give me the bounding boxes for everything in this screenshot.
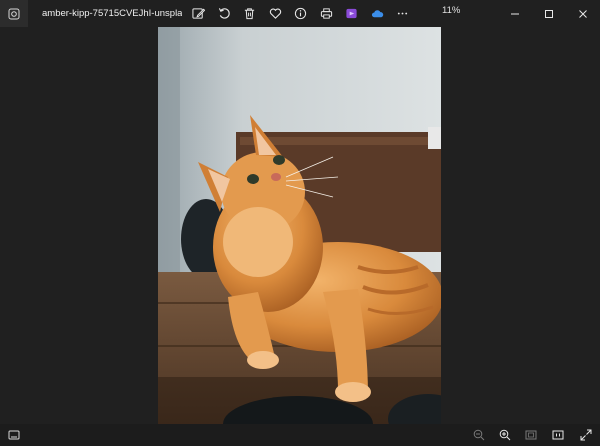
onedrive-button[interactable] <box>365 0 391 27</box>
rotate-icon <box>218 8 230 19</box>
window-controls <box>498 0 600 27</box>
cat-photo[interactable] <box>158 27 441 424</box>
info-icon <box>295 7 307 20</box>
more-options-button[interactable] <box>390 0 416 27</box>
image-viewer[interactable] <box>0 27 600 424</box>
actual-size-icon <box>552 430 564 440</box>
fit-to-window-icon <box>525 430 537 440</box>
clipchamp-button[interactable] <box>339 0 365 27</box>
maximize-button[interactable] <box>532 0 566 27</box>
print-icon <box>320 8 332 19</box>
minimize-icon <box>511 13 519 14</box>
toolbar <box>186 0 416 27</box>
fullscreen-button[interactable] <box>579 428 593 442</box>
delete-button[interactable] <box>237 0 263 27</box>
favorite-heart-icon <box>269 8 281 19</box>
rotate-button[interactable] <box>212 0 238 27</box>
zoom-out-icon <box>473 429 485 441</box>
zoom-in-button[interactable] <box>498 428 512 442</box>
delete-icon <box>245 8 255 20</box>
fullscreen-icon <box>580 429 592 441</box>
file-name: amber-kipp-75715CVEJhI-unsplash... <box>42 8 182 19</box>
clipchamp-icon <box>346 8 357 19</box>
close-icon <box>579 9 587 18</box>
print-button[interactable] <box>314 0 340 27</box>
edit-image-icon <box>192 8 206 19</box>
more-options-icon <box>398 12 408 15</box>
zoom-out-button[interactable] <box>472 428 486 442</box>
actual-size-button[interactable] <box>551 428 565 442</box>
photos-app-icon[interactable] <box>0 0 28 27</box>
filmstrip-button[interactable] <box>0 424 28 446</box>
onedrive-cloud-icon <box>371 10 383 18</box>
favorite-button[interactable] <box>263 0 289 27</box>
filmstrip-icon <box>8 430 20 440</box>
info-button[interactable] <box>288 0 314 27</box>
zoom-level: 11% <box>442 5 461 16</box>
edit-image-button[interactable] <box>186 0 212 27</box>
fit-to-window-button[interactable] <box>524 428 538 442</box>
zoom-in-icon <box>499 429 511 441</box>
minimize-button[interactable] <box>498 0 532 27</box>
maximize-icon <box>545 9 553 18</box>
close-button[interactable] <box>566 0 600 27</box>
